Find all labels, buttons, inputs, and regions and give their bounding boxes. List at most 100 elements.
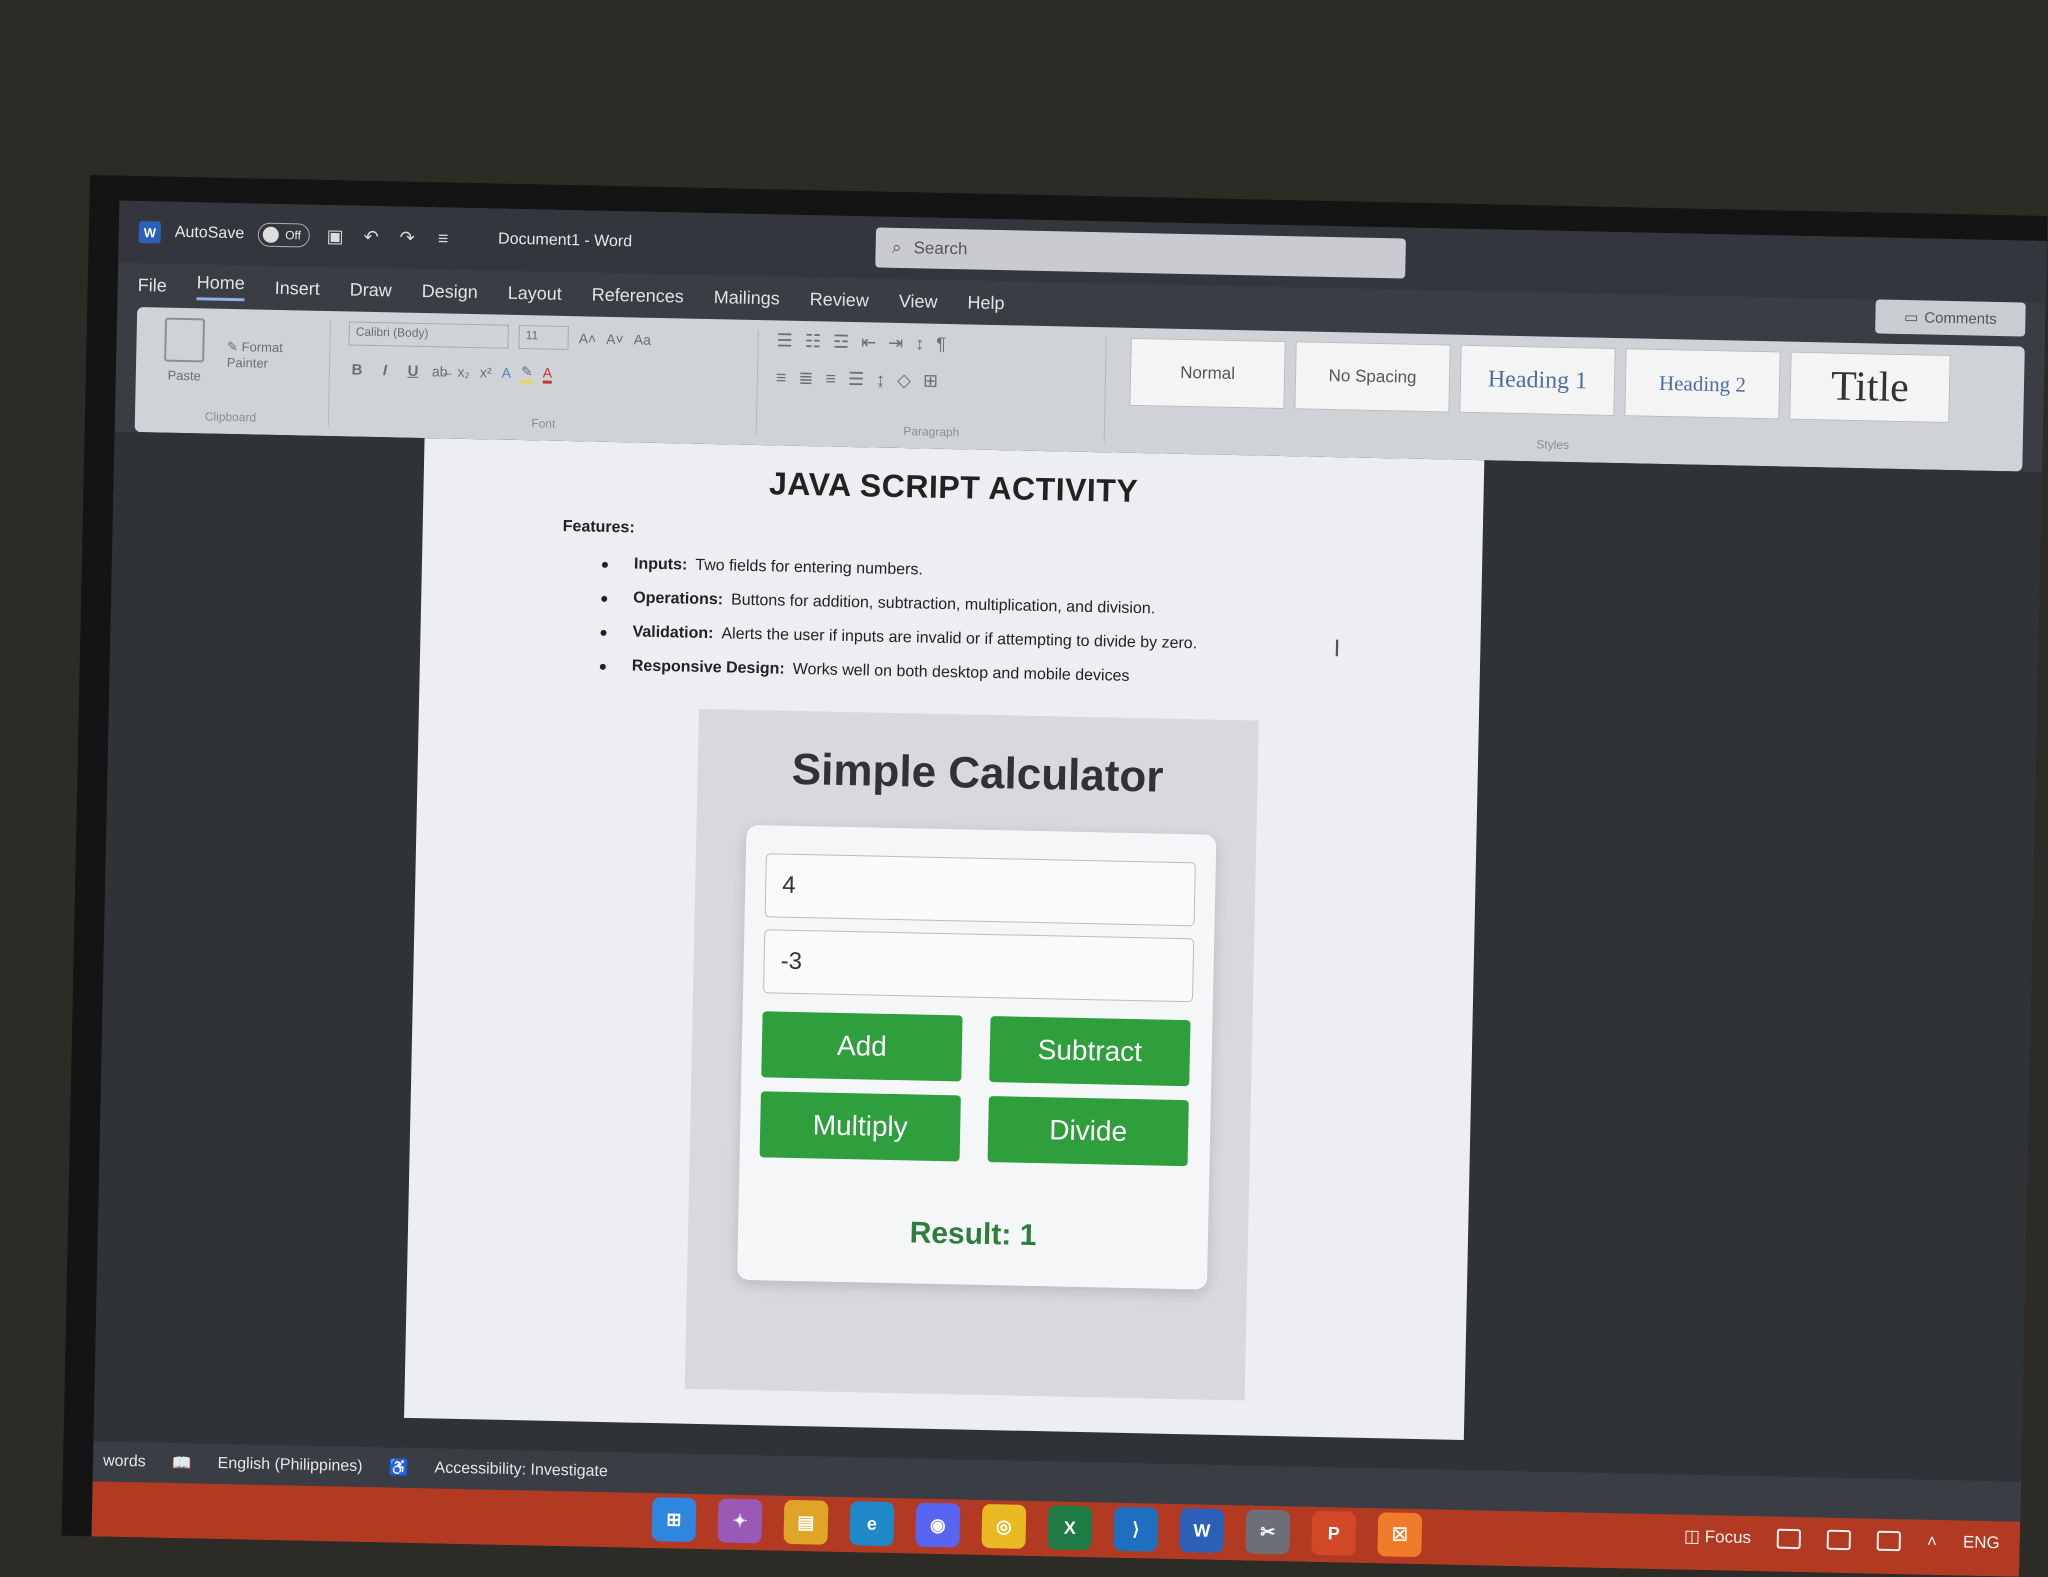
text-effects-icon[interactable]: A — [501, 365, 511, 381]
style-heading-2[interactable]: Heading 2 — [1624, 348, 1781, 420]
accessibility-status[interactable]: Accessibility: Investigate — [434, 1460, 608, 1482]
start-icon[interactable]: ⊞ — [651, 1497, 697, 1542]
font-color-icon[interactable]: A — [542, 364, 553, 384]
tray-chevron-icon[interactable]: ˄ — [1927, 1532, 1937, 1552]
style-heading-1[interactable]: Heading 1 — [1459, 344, 1616, 416]
tab-references[interactable]: References — [592, 284, 684, 307]
language-status[interactable]: English (Philippines) — [217, 1455, 362, 1476]
search-icon: ⌕ — [891, 237, 902, 258]
tab-insert[interactable]: Insert — [274, 277, 320, 299]
print-layout-icon[interactable] — [1826, 1529, 1852, 1551]
bullet-icon — [601, 595, 608, 602]
strikethrough-icon[interactable]: ab̶ — [432, 363, 448, 379]
second-number-input[interactable] — [763, 929, 1195, 1003]
style-normal[interactable]: Normal — [1129, 337, 1286, 410]
first-number-input[interactable] — [764, 853, 1196, 927]
search-placeholder: Search — [913, 238, 968, 259]
save-icon[interactable]: ▣ — [324, 225, 346, 246]
paste-button[interactable]: Paste — [150, 317, 220, 383]
feature-text: Two fields for entering numbers. — [695, 556, 924, 579]
line-spacing-icon[interactable]: ↨ — [876, 370, 885, 391]
subscript-icon[interactable]: x₂ — [457, 364, 470, 380]
sort-icon[interactable]: ↕ — [915, 333, 924, 354]
document-page[interactable]: JAVA SCRIPT ACTIVITY Features: Inputs: Tw… — [404, 438, 1485, 1441]
result-text: Result: 1 — [909, 1216, 1037, 1253]
redo-icon[interactable]: ↷ — [396, 227, 418, 247]
divide-button[interactable]: Divide — [987, 1096, 1189, 1167]
bullet-icon — [601, 561, 609, 568]
change-case-icon[interactable]: Aa — [634, 331, 651, 347]
align-right-icon[interactable]: ≡ — [825, 368, 836, 389]
shrink-font-icon[interactable]: A˅ — [606, 331, 624, 347]
format-painter-button[interactable]: ✎ Format Painter — [226, 339, 313, 386]
screen: W AutoSave Off ▣ ↶ ↷ ≡ Document1 - Word … — [91, 200, 2048, 1577]
customize-qat-icon[interactable]: ≡ — [432, 228, 454, 248]
font-name-select[interactable]: Calibri (Body) — [348, 321, 509, 349]
tab-design[interactable]: Design — [422, 280, 478, 302]
align-left-icon[interactable]: ≡ — [776, 367, 787, 388]
increase-indent-icon[interactable]: ⇥ — [888, 333, 904, 354]
justify-icon[interactable]: ☰ — [848, 369, 865, 390]
feature-term: Operations: — [633, 589, 724, 609]
bullets-icon[interactable]: ☰ — [776, 330, 793, 351]
subtract-button[interactable]: Subtract — [989, 1016, 1191, 1087]
excel-icon[interactable]: X — [1047, 1505, 1093, 1551]
word-count[interactable]: words — [103, 1453, 146, 1472]
tab-draw[interactable]: Draw — [350, 279, 392, 301]
comments-label: Comments — [1924, 308, 1997, 328]
style-no-spacing[interactable]: No Spacing — [1294, 341, 1451, 413]
calculator-screenshot: Simple Calculator Add Subtract Multiply … — [684, 708, 1259, 1401]
word-icon[interactable]: W — [1179, 1508, 1225, 1554]
tab-help[interactable]: Help — [967, 292, 1004, 314]
align-center-icon[interactable]: ≣ — [798, 368, 814, 389]
vscode-icon[interactable]: ⟩ — [1113, 1506, 1159, 1552]
pilcrow-icon[interactable]: ¶ — [936, 334, 946, 355]
snipping-tool-icon[interactable]: ✂ — [1245, 1509, 1291, 1555]
xampp-icon[interactable]: ☒ — [1377, 1512, 1423, 1558]
tab-home[interactable]: Home — [196, 272, 246, 302]
search-input[interactable]: ⌕ Search — [875, 227, 1407, 279]
underline-button[interactable]: U — [404, 362, 422, 379]
read-mode-icon[interactable] — [1776, 1528, 1802, 1550]
shading-icon[interactable]: ◇ — [897, 370, 911, 391]
decrease-indent-icon[interactable]: ⇤ — [861, 332, 877, 353]
document-workspace: JAVA SCRIPT ACTIVITY Features: Inputs: Tw… — [93, 431, 2043, 1482]
style-title[interactable]: Title — [1789, 351, 1951, 423]
tab-layout[interactable]: Layout — [508, 282, 562, 304]
comments-button[interactable]: ▭ Comments — [1875, 299, 2026, 337]
highlight-icon[interactable]: ✎ — [520, 363, 533, 384]
tab-view[interactable]: View — [899, 290, 938, 312]
autosave-toggle[interactable]: Off — [257, 222, 311, 248]
copilot-icon[interactable]: ✦ — [717, 1498, 763, 1544]
tab-file[interactable]: File — [137, 275, 167, 297]
tab-mailings[interactable]: Mailings — [714, 287, 780, 309]
font-size-select[interactable]: 11 — [518, 325, 569, 351]
tab-review[interactable]: Review — [810, 289, 869, 311]
proofing-icon[interactable]: 📖 — [172, 1453, 192, 1473]
bullet-icon — [599, 663, 606, 670]
add-button[interactable]: Add — [761, 1011, 963, 1082]
multiply-button[interactable]: Multiply — [759, 1091, 961, 1162]
numbering-icon[interactable]: ☷ — [805, 331, 822, 352]
focus-button[interactable]: ◫ Focus — [1684, 1527, 1751, 1548]
features-label: Features: — [562, 517, 635, 537]
focus-label: Focus — [1704, 1527, 1752, 1548]
clipboard-icon — [164, 317, 206, 363]
web-layout-icon[interactable] — [1876, 1530, 1902, 1552]
undo-icon[interactable]: ↶ — [360, 226, 382, 247]
clipboard-group-label: Clipboard — [204, 409, 257, 425]
bold-button[interactable]: B — [348, 361, 366, 378]
file-explorer-icon[interactable]: ▤ — [783, 1499, 829, 1545]
discord-icon[interactable]: ◉ — [915, 1502, 961, 1548]
grow-font-icon[interactable]: A˄ — [579, 330, 597, 346]
powerpoint-icon[interactable]: P — [1311, 1510, 1357, 1556]
chrome-icon[interactable]: ◎ — [981, 1503, 1027, 1549]
italic-button[interactable]: I — [376, 362, 394, 379]
font-group: Calibri (Body) 11 A˄ A˅ Aa B I U ab̶ x₂ … — [346, 321, 759, 436]
borders-icon[interactable]: ⊞ — [923, 370, 939, 391]
document-title: Document1 - Word — [497, 230, 633, 251]
autosave-state: Off — [285, 228, 302, 243]
superscript-icon[interactable]: x² — [480, 364, 492, 380]
edge-icon[interactable]: e — [849, 1501, 895, 1547]
multilevel-list-icon[interactable]: ☲ — [833, 332, 850, 353]
